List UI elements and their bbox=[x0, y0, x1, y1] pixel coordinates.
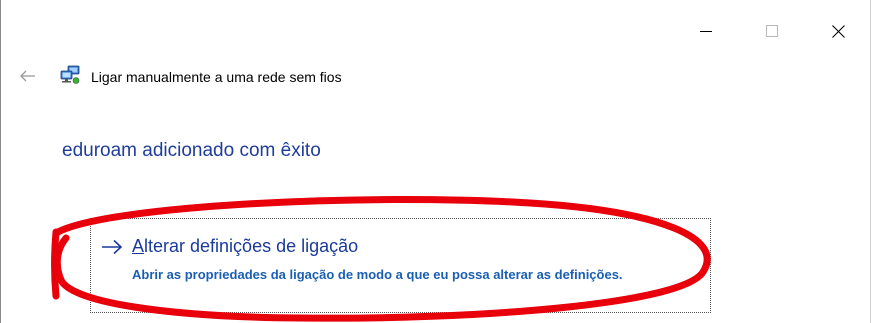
success-heading: eduroam adicionado com êxito bbox=[62, 140, 321, 161]
window-left-border bbox=[0, 0, 1, 323]
minimize-icon bbox=[700, 31, 712, 32]
command-link-title: Alterar definições de ligação bbox=[132, 236, 358, 257]
maximize-icon bbox=[766, 25, 778, 37]
network-connection-icon bbox=[60, 65, 80, 84]
back-button[interactable] bbox=[14, 66, 42, 86]
command-link-title-rest: lterar definições de ligação bbox=[144, 236, 359, 256]
close-icon bbox=[831, 24, 845, 38]
window-controls bbox=[673, 0, 871, 62]
back-arrow-icon bbox=[20, 70, 35, 82]
wizard-title: Ligar manualmente a uma rede sem fios bbox=[91, 69, 342, 85]
minimize-button[interactable] bbox=[673, 0, 739, 62]
access-key: A bbox=[132, 236, 145, 256]
right-arrow-icon bbox=[102, 239, 123, 255]
close-button[interactable] bbox=[805, 0, 871, 62]
wizard-window: Ligar manualmente a uma rede sem fios ed… bbox=[0, 0, 871, 323]
command-link-description: Abrir as propriedades da ligação de modo… bbox=[132, 267, 623, 282]
maximize-button[interactable] bbox=[739, 0, 805, 62]
change-connection-settings-link[interactable]: Alterar definições de ligação Abrir as p… bbox=[90, 218, 711, 313]
